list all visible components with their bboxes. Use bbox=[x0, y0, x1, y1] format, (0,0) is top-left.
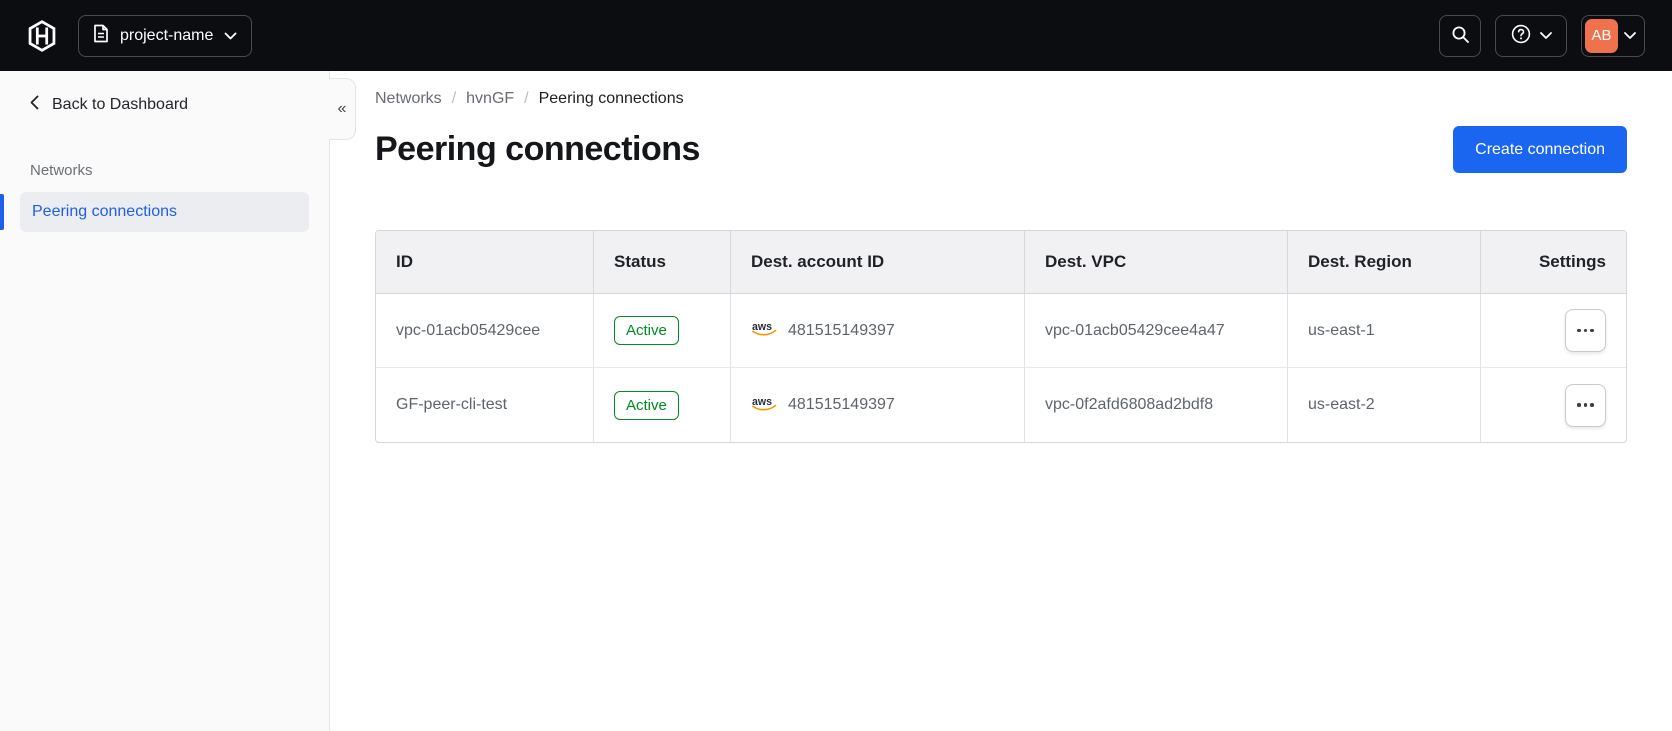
svg-text:aws: aws bbox=[752, 395, 772, 407]
chevron-double-left-icon: « bbox=[337, 100, 347, 117]
help-icon bbox=[1511, 24, 1531, 47]
search-icon bbox=[1451, 25, 1470, 47]
hashicorp-logo-icon bbox=[27, 19, 57, 52]
sidebar-section-label: Networks bbox=[30, 162, 93, 179]
dest-vpc-cell: vpc-0f2afd6808ad2bdf8 bbox=[1025, 368, 1288, 442]
table-body: vpc-01acb05429cee Active aws 48151514939… bbox=[376, 294, 1626, 442]
ellipsis-icon bbox=[1577, 328, 1594, 333]
dest-vpc-cell: vpc-01acb05429cee4a47 bbox=[1025, 294, 1288, 368]
breadcrumb-item-hvngf[interactable]: hvnGF bbox=[466, 90, 514, 108]
aws-icon: aws bbox=[751, 319, 778, 342]
create-connection-button[interactable]: Create connection bbox=[1453, 126, 1627, 173]
help-menu-button[interactable] bbox=[1495, 14, 1567, 57]
column-header-dest-vpc: Dest. VPC bbox=[1025, 231, 1288, 294]
sidebar: Back to Dashboard Networks Peering conne… bbox=[0, 71, 356, 731]
sidebar-item-label: Peering connections bbox=[32, 203, 177, 220]
search-button[interactable] bbox=[1439, 14, 1481, 57]
back-to-dashboard-label: Back to Dashboard bbox=[52, 96, 189, 113]
settings-cell bbox=[1481, 368, 1626, 442]
ellipsis-icon bbox=[1577, 403, 1594, 407]
peering-connections-table: ID Status Dest. account ID Dest. VPC Des… bbox=[375, 230, 1627, 443]
settings-cell bbox=[1481, 294, 1626, 368]
status-badge: Active bbox=[614, 316, 679, 345]
topbar-actions: AB bbox=[1439, 14, 1645, 57]
chevron-down-icon bbox=[1539, 32, 1552, 39]
aws-icon: aws bbox=[751, 394, 778, 417]
chevron-down-icon bbox=[224, 32, 237, 40]
collapse-sidebar-button[interactable]: « bbox=[329, 78, 356, 140]
svg-text:aws: aws bbox=[752, 321, 772, 333]
settings-menu-button[interactable] bbox=[1565, 383, 1606, 427]
document-icon bbox=[93, 24, 109, 48]
chevron-down-icon bbox=[1624, 32, 1636, 39]
table-row: vpc-01acb05429cee Active aws 48151514939… bbox=[376, 294, 1626, 368]
breadcrumb-separator: / bbox=[451, 90, 457, 107]
breadcrumb-item-current: Peering connections bbox=[538, 90, 684, 107]
column-header-status: Status bbox=[594, 231, 731, 294]
dest-region-cell: us-east-2 bbox=[1288, 368, 1481, 442]
topbar: project-name AB bbox=[0, 0, 1672, 71]
status-badge: Active bbox=[614, 390, 679, 420]
breadcrumb-separator: / bbox=[524, 90, 529, 107]
column-header-id: ID bbox=[376, 231, 594, 294]
peering-id-cell: GF-peer-cli-test bbox=[376, 368, 594, 442]
dest-account-cell: aws 481515149397 bbox=[731, 368, 1025, 442]
project-selector-label: project-name bbox=[120, 26, 214, 44]
breadcrumb-item-networks[interactable]: Networks bbox=[375, 90, 442, 108]
dest-region-cell: us-east-1 bbox=[1288, 294, 1481, 368]
breadcrumb: Networks / hvnGF / Peering connections bbox=[375, 90, 1627, 108]
sidebar-item-peering-connections[interactable]: Peering connections bbox=[0, 192, 309, 232]
dest-account-cell: aws 481515149397 bbox=[731, 294, 1025, 368]
project-selector[interactable]: project-name bbox=[78, 14, 253, 57]
column-header-dest-account-id: Dest. account ID bbox=[731, 231, 1025, 294]
status-cell: Active bbox=[594, 294, 731, 368]
active-indicator bbox=[0, 194, 4, 230]
settings-menu-button[interactable] bbox=[1565, 309, 1606, 352]
status-cell: Active bbox=[594, 368, 731, 442]
table-row: GF-peer-cli-test Active aws 481515149397… bbox=[376, 368, 1626, 442]
user-menu-button[interactable]: AB bbox=[1581, 14, 1645, 57]
table-header-row: ID Status Dest. account ID Dest. VPC Des… bbox=[376, 231, 1626, 294]
back-to-dashboard-link[interactable]: Back to Dashboard bbox=[30, 95, 188, 115]
peering-id-cell: vpc-01acb05429cee bbox=[376, 294, 594, 368]
page-title: Peering connections bbox=[375, 130, 700, 168]
avatar: AB bbox=[1585, 18, 1618, 53]
column-header-settings: Settings bbox=[1481, 231, 1626, 294]
column-header-dest-region: Dest. Region bbox=[1288, 231, 1481, 294]
main-content: Networks / hvnGF / Peering connections P… bbox=[330, 71, 1672, 731]
chevron-left-icon bbox=[30, 95, 39, 115]
